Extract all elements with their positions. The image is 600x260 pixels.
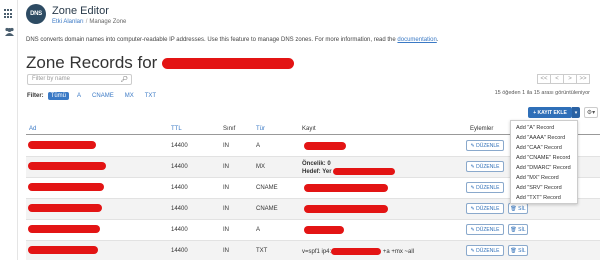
menu-item-add-dmarc[interactable]: Add "DMARC" Record <box>511 163 577 173</box>
txt-record-value: v=spf1 ip4: +a +mx ~all <box>302 248 415 256</box>
column-type[interactable]: Tür <box>256 126 265 132</box>
search-placeholder: Filter by name <box>32 76 71 82</box>
table-row: 14400 IN TXT v=spf1 ip4: +a +mx ~all ✎ D… <box>26 241 600 260</box>
add-record-button[interactable]: + KAYIT EKLE <box>528 107 572 118</box>
first-page-button[interactable]: << <box>537 74 551 84</box>
edit-button[interactable]: ✎ DÜZENLE <box>466 203 504 214</box>
breadcrumb-home-link[interactable]: Etki Alanları <box>52 19 84 25</box>
filter-chip-all[interactable]: Tümü <box>47 92 70 100</box>
mx-priority: Öncelik: 0 <box>302 161 331 167</box>
delete-button[interactable]: 🗑 SİL <box>508 224 528 235</box>
row-type: CNAME <box>256 185 278 191</box>
filter-chip-cname[interactable]: CNAME <box>89 92 117 100</box>
row-class: IN <box>223 143 229 149</box>
dns-logo: DNS <box>26 4 46 24</box>
add-record-dropdown-menu: Add "A" Record Add "AAAA" Record Add "CA… <box>510 120 578 204</box>
redacted-record <box>304 226 344 234</box>
row-class: IN <box>223 248 229 254</box>
description-suffix: . <box>436 37 439 43</box>
row-class: IN <box>223 227 229 233</box>
item-count: 15 öğeden 1 ila 15 arası görüntüleniyor <box>494 90 590 96</box>
edit-button[interactable]: ✎ DÜZENLE <box>466 182 504 193</box>
breadcrumb-separator: / <box>85 19 88 25</box>
app-title: Zone Editor <box>52 5 109 17</box>
menu-item-add-mx[interactable]: Add "MX" Record <box>511 173 577 183</box>
redacted-name <box>28 225 100 233</box>
page-title: Zone Records for <box>26 53 295 73</box>
column-actions: Eylemler <box>470 126 494 132</box>
redacted-record <box>304 142 346 150</box>
page-description: DNS converts domain names into computer-… <box>26 37 438 43</box>
menu-item-add-aaaa[interactable]: Add "AAAA" Record <box>511 133 577 143</box>
filter-label: Filter: <box>27 93 44 99</box>
menu-item-add-a[interactable]: Add "A" Record <box>511 123 577 133</box>
add-record-dropdown-toggle[interactable]: ▾ <box>572 107 580 118</box>
redacted-domain <box>162 58 295 70</box>
row-ttl: 14400 <box>171 185 188 191</box>
search-icon: 🔎︎ <box>120 77 128 83</box>
redacted-record <box>304 184 388 192</box>
edit-button[interactable]: ✎ DÜZENLE <box>466 224 504 235</box>
description-text: DNS converts domain names into computer-… <box>26 37 396 43</box>
row-class: IN <box>223 164 229 170</box>
row-type: TXT <box>256 248 268 254</box>
menu-item-add-srv[interactable]: Add "SRV" Record <box>511 183 577 193</box>
row-class: IN <box>223 185 229 191</box>
delete-button[interactable]: 🗑 SİL <box>508 245 528 256</box>
settings-gear-button[interactable]: ⚙▾ <box>584 107 598 118</box>
column-record: Kayıt <box>302 126 316 132</box>
breadcrumb-current: Manage Zone <box>89 19 127 25</box>
redacted-ip <box>331 248 382 255</box>
menu-item-add-cname[interactable]: Add "CNAME" Record <box>511 153 577 163</box>
mx-record-details: Öncelik: 0 Hedef: Yer <box>302 160 395 176</box>
row-type: CNAME <box>256 206 278 212</box>
row-type: MX <box>256 164 265 170</box>
delete-button[interactable]: 🗑 SİL <box>508 203 528 214</box>
row-class: IN <box>223 206 229 212</box>
filter-chip-txt[interactable]: TXT <box>142 92 159 100</box>
redacted-name <box>28 246 98 254</box>
filter-chip-mx[interactable]: MX <box>122 92 137 100</box>
redacted-mx-target <box>332 168 395 175</box>
pagination: << < > >> <box>537 74 590 84</box>
row-ttl: 14400 <box>171 164 188 170</box>
row-ttl: 14400 <box>171 206 188 212</box>
filter-bar: Filter: Tümü A CNAME MX TXT <box>27 92 164 100</box>
grid-icon[interactable] <box>4 9 14 19</box>
users-icon[interactable] <box>4 27 14 37</box>
redacted-record <box>304 205 388 213</box>
row-type: A <box>256 227 261 233</box>
redacted-name <box>28 204 102 212</box>
search-input[interactable]: Filter by name 🔎︎ <box>27 74 132 85</box>
row-ttl: 14400 <box>171 248 188 254</box>
breadcrumb: Etki Alanları / Manage Zone <box>52 19 126 25</box>
edit-button[interactable]: ✎ DÜZENLE <box>466 161 504 172</box>
column-ttl[interactable]: TTL <box>171 126 182 132</box>
edit-button[interactable]: ✎ DÜZENLE <box>466 140 504 151</box>
prev-page-button[interactable]: < <box>550 74 564 84</box>
menu-item-add-txt[interactable]: Add "TXT" Record <box>511 193 577 203</box>
next-page-button[interactable]: > <box>563 74 577 84</box>
last-page-button[interactable]: >> <box>576 74 590 84</box>
left-sidebar <box>0 0 18 260</box>
page-title-text: Zone Records for <box>26 53 158 72</box>
documentation-link[interactable]: documentation <box>397 37 436 43</box>
column-class: Sınıf <box>223 126 236 132</box>
redacted-name <box>28 162 106 170</box>
row-type: A <box>256 143 261 149</box>
redacted-name <box>28 141 96 149</box>
edit-button[interactable]: ✎ DÜZENLE <box>466 245 504 256</box>
menu-item-add-caa[interactable]: Add "CAA" Record <box>511 143 577 153</box>
table-row: 14400 IN A ✎ DÜZENLE 🗑 SİL <box>26 220 600 241</box>
row-ttl: 14400 <box>171 143 188 149</box>
row-ttl: 14400 <box>171 227 188 233</box>
column-name[interactable]: Ad <box>29 126 36 132</box>
mx-target: Hedef: Yer <box>302 168 395 176</box>
filter-chip-a[interactable]: A <box>74 92 84 100</box>
redacted-name <box>28 183 104 191</box>
